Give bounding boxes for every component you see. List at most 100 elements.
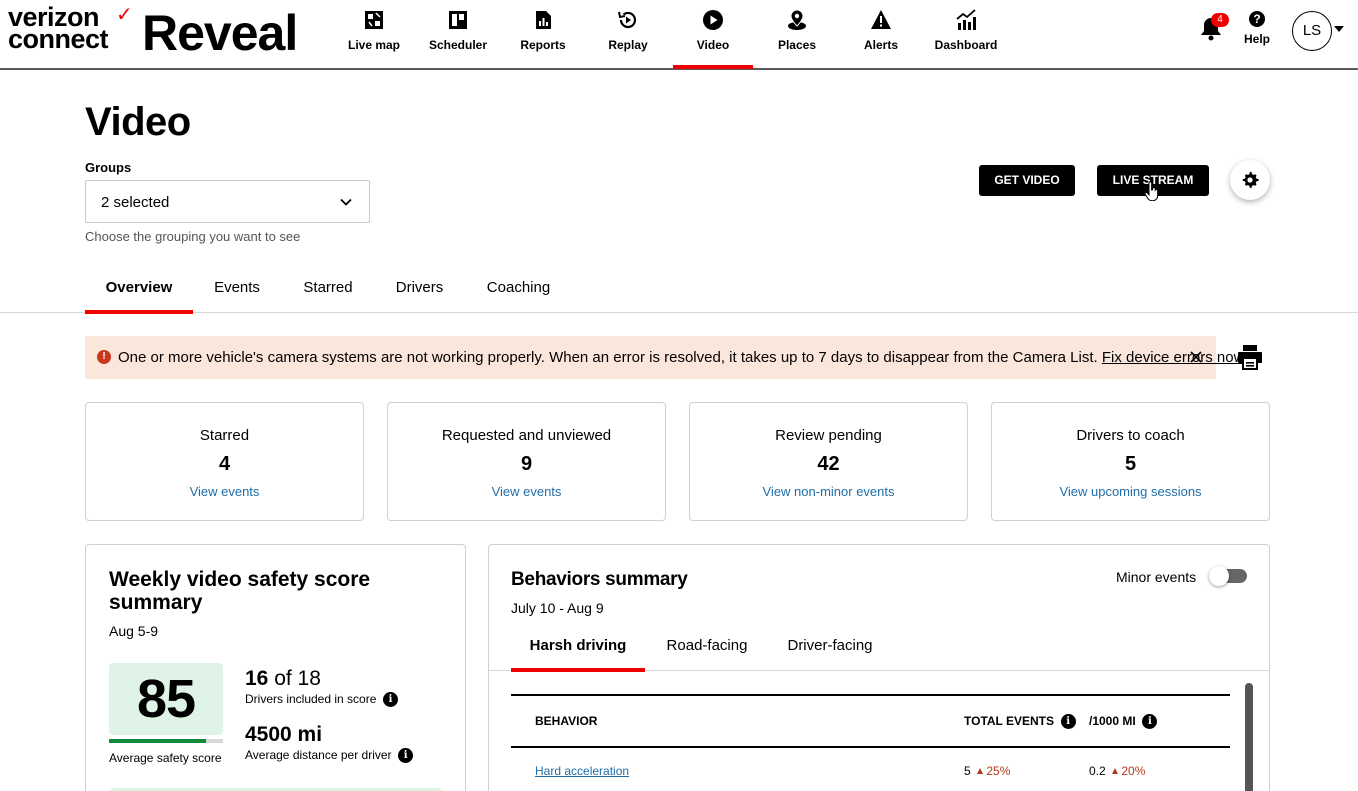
info-icon[interactable]: i	[398, 748, 414, 764]
question-icon: ?	[1249, 11, 1265, 27]
per-1000-mi-cell: 0.2 20%	[1089, 764, 1145, 778]
per-1000-mi-value: 0.2	[1089, 764, 1106, 778]
alert-text: One or more vehicle's camera systems are…	[118, 349, 1248, 366]
print-icon[interactable]	[1237, 344, 1263, 370]
minor-events-label: Minor events	[1116, 569, 1197, 585]
play-icon	[703, 10, 723, 30]
help-button[interactable]: ? Help	[1238, 11, 1276, 46]
nav-label: Video	[696, 38, 730, 52]
tab-driver-facing[interactable]: Driver-facing	[782, 625, 878, 671]
info-icon[interactable]: i	[383, 692, 399, 708]
stat-link[interactable]: View events	[492, 484, 562, 499]
tab-starred[interactable]: Starred	[296, 266, 360, 313]
nav-label: Live map	[347, 38, 401, 52]
error-icon: !	[97, 350, 111, 364]
tab-harsh-driving[interactable]: Harsh driving	[511, 625, 645, 672]
behavior-link[interactable]: Hard acceleration	[535, 764, 629, 778]
nav-item-dashboard[interactable]: Dashboard	[924, 0, 1008, 68]
nav-label: Alerts	[863, 38, 898, 52]
caret-down-icon[interactable]	[1334, 26, 1344, 32]
total-events-value: 5	[964, 764, 971, 778]
nav-label: Dashboard	[934, 38, 998, 52]
safety-score-label: Average safety score	[109, 751, 222, 765]
user-avatar[interactable]: LS	[1292, 11, 1332, 51]
per-1000-mi-change: 20%	[1112, 764, 1145, 778]
drivers-included-label-row: Drivers included in score i	[245, 692, 399, 708]
column-header-per-1000-mi[interactable]: /1000 MI i	[1089, 714, 1158, 730]
stat-card-starred: Starred 4 View events	[85, 402, 364, 521]
nav-item-scheduler[interactable]: Scheduler	[416, 0, 500, 68]
tab-road-facing[interactable]: Road-facing	[659, 625, 755, 671]
tab-events[interactable]: Events	[207, 266, 267, 313]
top-navigation-bar: verizon connect ✓ Reveal Live map Schedu…	[0, 0, 1358, 70]
page-title: Video	[85, 100, 191, 144]
gear-icon	[1242, 171, 1259, 188]
average-distance-label: Average distance per driver	[245, 748, 392, 762]
stat-link[interactable]: View upcoming sessions	[1059, 484, 1201, 499]
tab-coaching[interactable]: Coaching	[479, 266, 558, 313]
safety-score-value: 85	[109, 663, 223, 735]
behaviors-summary-card: Behaviors summary July 10 - Aug 9 Minor …	[488, 544, 1270, 791]
tab-overview[interactable]: Overview	[85, 266, 193, 314]
minor-events-toggle[interactable]	[1209, 566, 1247, 586]
nav-item-reports[interactable]: Reports	[501, 0, 585, 68]
groups-dropdown[interactable]: 2 selected	[85, 180, 370, 223]
drivers-included-value: 16 of 18	[245, 667, 398, 691]
total-events-change-value: 25%	[986, 764, 1011, 778]
scheduler-icon	[449, 11, 467, 29]
close-icon[interactable]	[1188, 349, 1204, 365]
alert-icon	[871, 10, 891, 29]
table-header: BEHAVIOR TOTAL EVENTS i /1000 MI i	[511, 694, 1230, 748]
column-header-total-events[interactable]: TOTAL EVENTS i	[964, 714, 1076, 730]
stat-card-drivers-to-coach: Drivers to coach 5 View upcoming session…	[991, 402, 1270, 521]
chevron-down-icon	[340, 198, 352, 206]
drivers-included-count: 16	[245, 667, 269, 690]
average-distance-label-row: Average distance per driver i	[245, 748, 414, 764]
camera-error-alert: ! One or more vehicle's camera systems a…	[85, 336, 1248, 379]
info-icon[interactable]: i	[1142, 714, 1158, 730]
nav-label: Places	[777, 38, 817, 52]
drivers-included-label: Drivers included in score	[245, 692, 377, 706]
average-distance-value: 4500 mi	[245, 723, 413, 747]
settings-button[interactable]	[1230, 160, 1270, 200]
table-row: Hard acceleration 5 25% 0.2 20%	[511, 748, 1230, 791]
drivers-total: of 18	[274, 667, 321, 690]
nav-label: Replay	[608, 38, 648, 52]
info-icon[interactable]: i	[1060, 714, 1076, 730]
stat-value: 42	[817, 453, 840, 475]
places-icon	[788, 9, 806, 30]
nav-item-replay[interactable]: Replay	[586, 0, 670, 68]
stat-card-requested-unviewed: Requested and unviewed 9 View events	[387, 402, 666, 521]
per-1000-mi-change-value: 20%	[1121, 764, 1146, 778]
safety-score-bar-fill	[109, 739, 206, 743]
nav-item-live-map[interactable]: Live map	[332, 0, 416, 68]
toggle-knob	[1209, 566, 1229, 586]
behaviors-table: BEHAVIOR TOTAL EVENTS i /1000 MI i Hard …	[511, 694, 1230, 791]
stat-value: 9	[520, 453, 533, 475]
replay-icon	[618, 11, 637, 29]
column-header-behavior[interactable]: BEHAVIOR	[535, 714, 597, 728]
stat-value: 5	[1124, 453, 1137, 475]
groups-selected-value: 2 selected	[101, 194, 170, 211]
weekly-card-title: Weekly video safety score summary	[109, 568, 371, 614]
table-scrollbar[interactable]	[1245, 683, 1253, 791]
nav-item-alerts[interactable]: Alerts	[839, 0, 923, 68]
get-video-button[interactable]: GET VIDEO	[979, 165, 1075, 196]
nav-item-places[interactable]: Places	[755, 0, 839, 68]
safety-score-bar	[109, 739, 223, 743]
company-wordmark: verizon connect	[8, 4, 133, 54]
company-line-2: connect	[8, 24, 109, 54]
stat-label: Requested and unviewed	[441, 427, 612, 444]
stat-card-review-pending: Review pending 42 View non-minor events	[689, 402, 968, 521]
tab-drivers[interactable]: Drivers	[388, 266, 451, 313]
up-arrow-icon	[1112, 768, 1119, 774]
total-events-cell: 5 25%	[964, 764, 1010, 778]
checkmark-icon: ✓	[116, 4, 133, 26]
nav-item-video[interactable]: Video	[671, 0, 755, 69]
average-distance-metric: 4500 mi Average distance per driver i	[245, 723, 414, 764]
drivers-included-metric: 16 of 18 Drivers included in score i	[245, 667, 399, 708]
fix-device-errors-link[interactable]: Fix device errors now.	[1102, 349, 1248, 366]
stat-link[interactable]: View events	[190, 484, 260, 499]
stat-link[interactable]: View non-minor events	[763, 484, 895, 499]
alert-message: One or more vehicle's camera systems are…	[118, 349, 1098, 366]
